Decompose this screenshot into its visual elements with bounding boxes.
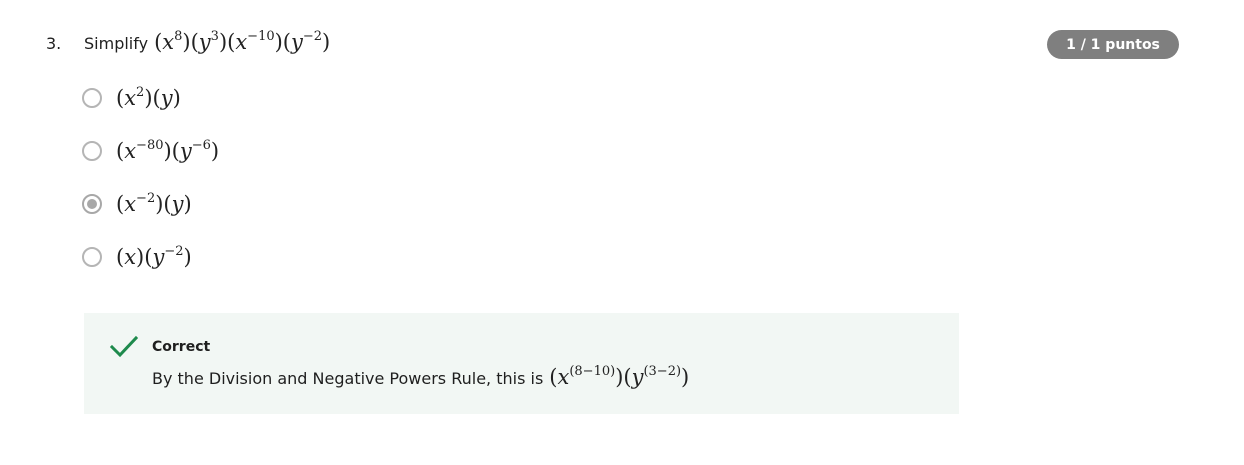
prompt-y-exponent-2: −2	[302, 29, 323, 44]
prompt-x-exponent: 8	[174, 29, 183, 44]
radio-button[interactable]	[82, 88, 102, 108]
feedback-panel: Correct By the Division and Negative Pow…	[84, 313, 959, 414]
option-x-exponent: −2	[136, 191, 156, 206]
radio-button[interactable]	[82, 141, 102, 161]
feedback-x-exponent: (8−10)	[569, 364, 616, 379]
prompt-expression: (x8)(y3)(x−10)(y−2)	[154, 29, 331, 54]
radio-button[interactable]	[82, 247, 102, 267]
radio-button-selected[interactable]	[82, 194, 102, 214]
option-expression: (x−80)(y−6)	[116, 138, 220, 163]
question-prompt: Simplify (x8)(y3)(x−10)(y−2)	[84, 30, 330, 54]
feedback-text: By the Division and Negative Powers Rule…	[152, 369, 544, 388]
option-y-exponent: −2	[164, 244, 184, 259]
prompt-x-exponent-2: −10	[247, 29, 275, 44]
answer-option-4[interactable]: (x)(y−2)	[82, 245, 192, 269]
score-badge: 1 / 1 puntos	[1047, 30, 1179, 59]
answer-option-3[interactable]: (x−2)(y)	[82, 192, 192, 216]
question-number: 3.	[46, 34, 62, 53]
option-expression: (x2)(y)	[116, 85, 181, 110]
feedback-explanation: By the Division and Negative Powers Rule…	[152, 365, 689, 389]
option-expression: (x)(y−2)	[116, 244, 192, 269]
feedback-expression: (x(8−10))(y(3−2))	[549, 364, 690, 389]
option-y-exponent: −6	[191, 138, 211, 153]
answer-option-2[interactable]: (x−80)(y−6)	[82, 139, 219, 163]
option-x-exponent: −80	[136, 138, 164, 153]
option-x-exponent: 2	[136, 85, 145, 100]
prompt-text: Simplify	[84, 34, 149, 53]
option-expression: (x−2)(y)	[116, 191, 192, 216]
prompt-y-exponent: 3	[210, 29, 219, 44]
feedback-y-exponent: (3−2)	[643, 364, 682, 379]
feedback-status: Correct	[152, 339, 211, 355]
check-icon	[110, 335, 138, 358]
answer-option-1[interactable]: (x2)(y)	[82, 86, 181, 110]
